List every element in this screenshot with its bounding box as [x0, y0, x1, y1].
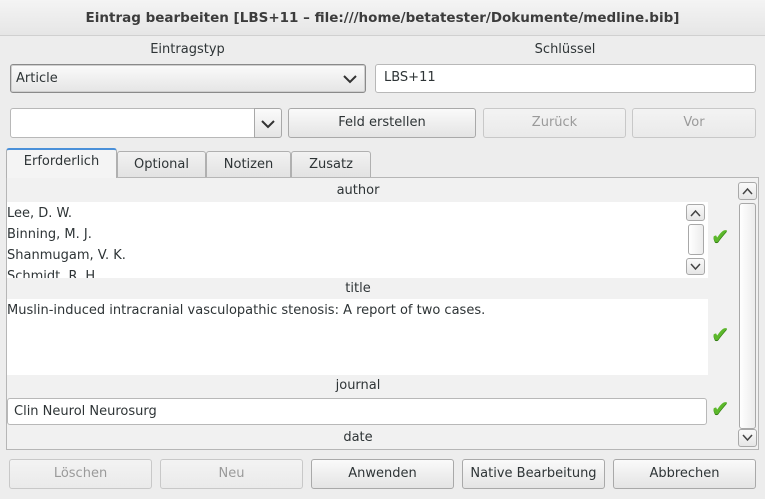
date-field-label: date [343, 430, 373, 445]
author-field-label: author [336, 183, 380, 198]
panel-scroll-thumb[interactable] [739, 203, 756, 429]
key-label: Schlüssel [534, 42, 596, 57]
chevron-up-icon [690, 209, 701, 217]
window-title: Eintrag bearbeiten [LBS+11 – file:///hom… [0, 0, 765, 36]
title-textarea[interactable]: Muslin-induced intracranial vasculopathi… [7, 299, 708, 375]
author-valid-check-icon: ✔ [711, 225, 730, 250]
key-input[interactable]: LBS+11 [375, 64, 756, 93]
author-line: Lee, D. W. [7, 206, 73, 221]
tab-optional[interactable]: Optional [117, 151, 206, 178]
author-textarea[interactable]: Lee, D. W. Binning, M. J. Shanmugam, V. … [7, 202, 708, 278]
field-name-input[interactable] [10, 108, 255, 138]
forward-button[interactable]: Vor [632, 108, 756, 138]
panel-scroll-down-button[interactable] [738, 429, 757, 447]
chevron-up-icon [742, 187, 753, 195]
panel-scroll-up-button[interactable] [738, 182, 757, 200]
author-line: Schmidt, R. H. [7, 269, 100, 278]
apply-button[interactable]: Anwenden [311, 459, 454, 489]
cancel-button[interactable]: Abbrechen [613, 459, 756, 489]
author-scroll-up-button[interactable] [686, 204, 705, 221]
entry-type-select[interactable]: Article [10, 64, 366, 93]
title-valid-check-icon: ✔ [711, 323, 730, 348]
entry-type-value: Article [16, 71, 58, 86]
field-dropdown-button[interactable] [254, 108, 282, 138]
entry-type-label: Eintragstyp [150, 42, 225, 57]
tab-required[interactable]: Erforderlich [6, 148, 117, 178]
delete-button[interactable]: Löschen [9, 459, 152, 489]
chevron-down-icon [690, 263, 701, 271]
chevron-down-icon [261, 120, 275, 129]
native-edit-button[interactable]: Native Bearbeitung [462, 459, 605, 489]
author-scroll-thumb[interactable] [688, 224, 704, 255]
new-button[interactable]: Neu [160, 459, 303, 489]
tab-notes[interactable]: Notizen [206, 151, 291, 178]
create-field-button[interactable]: Feld erstellen [288, 108, 476, 138]
title-value: Muslin-induced intracranial vasculopathi… [7, 303, 486, 318]
chevron-down-icon [742, 434, 753, 442]
author-scroll-down-button[interactable] [686, 258, 705, 275]
author-line: Shanmugam, V. K. [7, 248, 126, 263]
title-field-label: title [345, 281, 371, 296]
journal-valid-check-icon: ✔ [711, 397, 730, 422]
tab-extra[interactable]: Zusatz [291, 151, 371, 178]
chevron-down-icon [343, 75, 357, 84]
back-button[interactable]: Zurück [483, 108, 626, 138]
journal-field-label: journal [335, 378, 381, 393]
journal-input[interactable]: Clin Neurol Neurosurg [7, 398, 707, 425]
author-line: Binning, M. J. [7, 227, 92, 242]
